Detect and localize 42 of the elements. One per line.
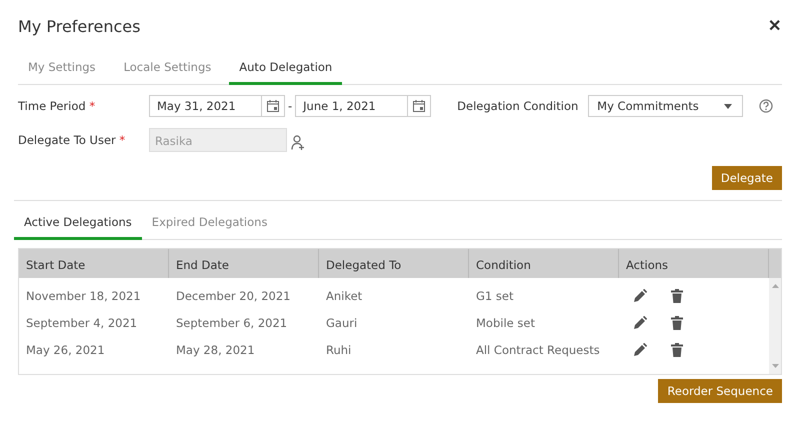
condition-dropdown[interactable]: My Commitments <box>588 95 744 117</box>
column-header: End Date <box>169 249 319 278</box>
table-cell-text: Aniket <box>325 288 364 302</box>
tab[interactable]: My Settings <box>18 54 106 85</box>
delete-icon[interactable] <box>671 316 683 330</box>
table-cell-text: Mobile set <box>475 316 536 330</box>
edit-icon[interactable] <box>633 288 647 302</box>
date-field[interactable]: May 31, 2021 <box>149 95 285 117</box>
field-label: Delegation Condition <box>457 99 580 113</box>
add-user-icon[interactable] <box>291 135 305 151</box>
tab[interactable]: Locale Settings <box>114 54 222 85</box>
tab[interactable]: Expired Delegations <box>142 209 278 240</box>
caret-icon <box>724 104 732 108</box>
column-header: Condition <box>469 249 619 278</box>
edit-icon[interactable] <box>633 342 647 356</box>
tab[interactable]: Auto Delegation <box>229 54 342 85</box>
reorder-sequence-button[interactable]: Reorder Sequence <box>658 379 782 403</box>
dialog-title: My Preferences <box>18 16 140 36</box>
table-cell-text: November 18, 2021 <box>25 288 142 302</box>
table-cell-text: May 26, 2021 <box>25 342 106 356</box>
edit-icon[interactable] <box>633 316 647 330</box>
delete-icon[interactable] <box>671 342 683 356</box>
help-icon[interactable] <box>759 99 774 113</box>
table-cell-text: Gauri <box>325 316 358 330</box>
table-cell-text: September 6, 2021 <box>175 316 288 330</box>
table-cell-text: Ruhi <box>325 342 352 356</box>
column-header: Start Date <box>19 249 169 278</box>
date-field[interactable]: June 1, 2021 <box>295 95 432 117</box>
field-label: Time Period * <box>18 99 96 113</box>
table-cell-text: May 28, 2021 <box>175 342 256 356</box>
table-cell-text: December 20, 2021 <box>175 288 292 302</box>
table-cell-text: G1 set <box>475 288 514 302</box>
column-header: Actions <box>619 249 769 278</box>
column-header: Delegated To <box>319 249 469 278</box>
tab[interactable]: Active Delegations <box>14 209 142 240</box>
close-button[interactable]: ✕ <box>768 16 781 36</box>
table-cell-text: All Contract Requests <box>475 342 601 356</box>
range-separator: - <box>288 99 292 113</box>
delegate-button[interactable]: Delegate <box>712 166 782 190</box>
delete-icon[interactable] <box>671 288 683 302</box>
table-cell-text: September 4, 2021 <box>25 316 138 330</box>
field-label: Delegate To User * <box>18 133 126 147</box>
